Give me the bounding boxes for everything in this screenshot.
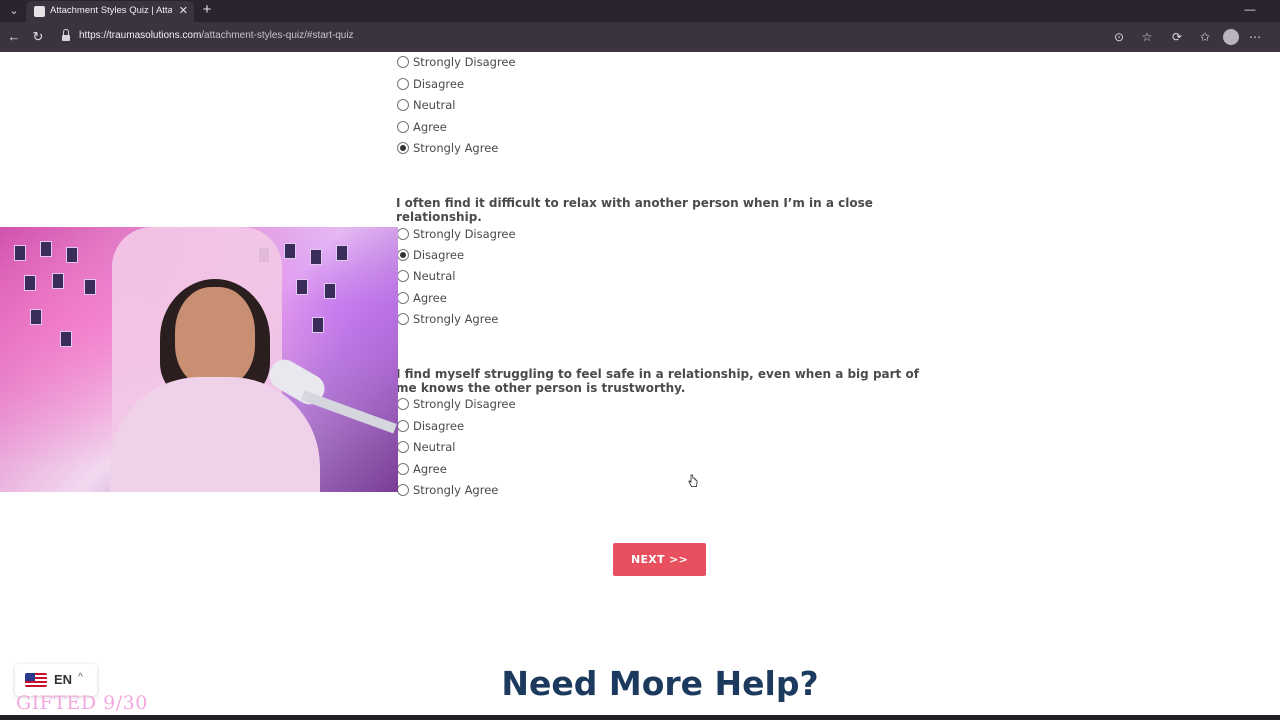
taskbar-edge <box>0 715 1280 720</box>
option-label: Agree <box>413 120 447 134</box>
wall-poster <box>296 279 308 295</box>
close-tab-icon[interactable]: ✕ <box>179 4 188 17</box>
wall-poster <box>30 309 42 325</box>
url-text: https://traumasolutions.com/attachment-s… <box>79 30 354 41</box>
option-label: Strongly Disagree <box>413 227 516 241</box>
option-label: Disagree <box>413 77 465 91</box>
minimize-window-icon[interactable]: — <box>1241 2 1259 18</box>
radio-button[interactable] <box>397 463 409 475</box>
next-button[interactable]: NEXT >> <box>613 543 706 576</box>
webcam-overlay <box>0 227 398 492</box>
gifted-counter-overlay: GIFTED 9/30 <box>16 692 148 714</box>
lock-icon <box>62 29 70 41</box>
radio-button[interactable] <box>397 441 409 453</box>
us-flag-icon <box>25 673 47 687</box>
option-label: Neutral <box>413 269 456 283</box>
radio-button-selected[interactable] <box>397 142 409 154</box>
streamer-face <box>175 287 255 387</box>
browser-toolbar: ← ↻ https://traumasolutions.com/attachme… <box>0 22 1280 52</box>
radio-button[interactable] <box>397 99 409 111</box>
wall-poster <box>310 249 322 265</box>
question-3-text: I find myself struggling to feel safe in… <box>396 367 919 395</box>
radio-button[interactable] <box>397 313 409 325</box>
chevron-up-icon: ^ <box>78 672 83 683</box>
option-label: Strongly Agree <box>413 483 499 497</box>
option-label: Strongly Agree <box>413 312 499 326</box>
wall-poster <box>312 317 324 333</box>
option-label: Disagree <box>413 248 465 262</box>
need-more-help-heading: Need More Help? <box>501 664 819 703</box>
language-code: EN <box>54 672 73 687</box>
url-host: https://traumasolutions.com <box>79 30 202 41</box>
wall-poster <box>84 279 96 295</box>
question-2-text: I often find it difficult to relax with … <box>396 196 873 224</box>
option-label: Disagree <box>413 419 465 433</box>
option-label: Agree <box>413 462 447 476</box>
address-bar[interactable]: https://traumasolutions.com/attachment-s… <box>56 26 1136 48</box>
wall-poster <box>52 273 64 289</box>
more-menu-icon[interactable]: ⋯ <box>1247 29 1263 45</box>
site-favicon-icon <box>34 6 45 17</box>
wall-poster <box>24 275 36 291</box>
tab-title: Attachment Styles Quiz | Attachm <box>50 5 172 16</box>
tab-list-chevron-icon[interactable]: ⌄ <box>6 3 22 19</box>
browser-tab-bar: ⌄ Attachment Styles Quiz | Attachm ✕ + — <box>0 0 1280 22</box>
radio-button[interactable] <box>397 292 409 304</box>
reload-icon[interactable]: ↻ <box>30 29 46 45</box>
option-label: Strongly Disagree <box>413 55 516 69</box>
wall-poster <box>14 245 26 261</box>
new-tab-plus-icon[interactable]: + <box>199 1 215 19</box>
radio-button[interactable] <box>397 228 409 240</box>
hand-cursor-icon <box>688 474 698 487</box>
favorite-star-icon[interactable]: ☆ <box>1139 29 1155 45</box>
wall-poster <box>284 243 296 259</box>
browser-tab-active[interactable]: Attachment Styles Quiz | Attachm ✕ <box>26 1 194 22</box>
radio-button-selected[interactable] <box>397 249 409 261</box>
option-label: Neutral <box>413 98 456 112</box>
back-arrow-icon[interactable]: ← <box>6 29 22 45</box>
extensions-icon[interactable]: ⟳ <box>1169 29 1185 45</box>
reader-mode-icon[interactable]: ⊙ <box>1111 29 1127 45</box>
wall-poster <box>40 241 52 257</box>
radio-button[interactable] <box>397 56 409 68</box>
radio-button[interactable] <box>397 270 409 282</box>
radio-button[interactable] <box>397 78 409 90</box>
url-path: /attachment-styles-quiz/#start-quiz <box>201 30 354 41</box>
option-label: Strongly Disagree <box>413 397 516 411</box>
radio-button[interactable] <box>397 121 409 133</box>
wall-poster <box>66 247 78 263</box>
option-label: Neutral <box>413 440 456 454</box>
favorites-list-icon[interactable]: ✩ <box>1197 29 1213 45</box>
radio-button[interactable] <box>397 484 409 496</box>
wall-poster <box>60 331 72 347</box>
profile-avatar[interactable] <box>1223 29 1239 45</box>
wall-poster <box>324 283 336 299</box>
radio-button[interactable] <box>397 398 409 410</box>
radio-button[interactable] <box>397 420 409 432</box>
option-label: Strongly Agree <box>413 141 499 155</box>
wall-poster <box>336 245 348 261</box>
option-label: Agree <box>413 291 447 305</box>
